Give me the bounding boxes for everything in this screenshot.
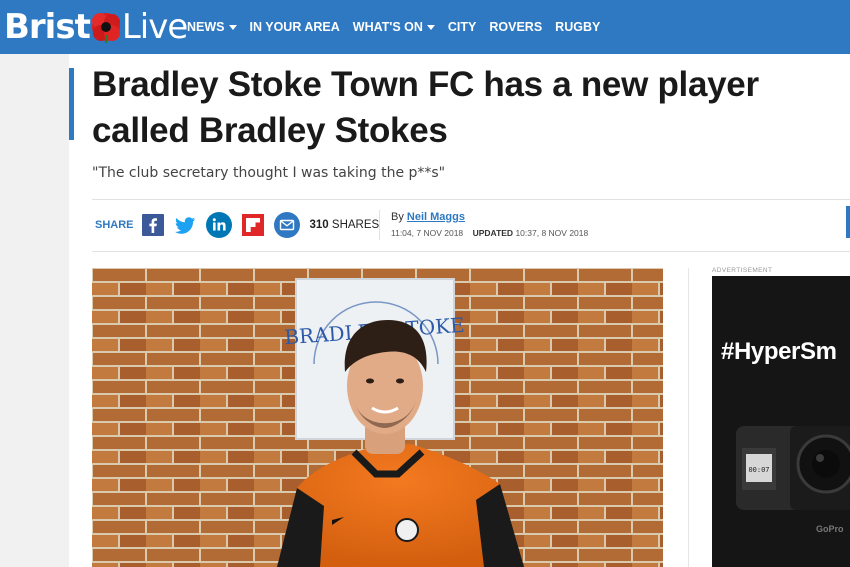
logo-text-right: Live	[121, 7, 188, 47]
site-logo[interactable]: Brist Live	[4, 6, 188, 48]
nav-label: CITY	[447, 20, 477, 34]
nav-rugby[interactable]: RUGBY	[555, 20, 600, 34]
advertisement[interactable]: #HyperSm 00:07 GoPro	[712, 276, 850, 567]
article-card: Bradley Stoke Town FC has a new player c…	[69, 54, 850, 567]
share-count: 310 SHARES	[310, 219, 380, 231]
main-nav: NEWS IN YOUR AREA WHAT'S ON CITY ROVERS …	[187, 0, 613, 54]
author-link[interactable]: Neil Maggs	[407, 211, 465, 223]
updated-label: UPDATED	[472, 228, 514, 238]
chevron-down-icon	[228, 24, 237, 30]
byline: By Neil Maggs	[391, 211, 465, 223]
poppy-icon	[88, 9, 124, 45]
share-bar: SHARE 310 SHARES	[95, 212, 379, 238]
column-divider	[688, 268, 689, 567]
updated-time: 10:37, 8 NOV 2018	[515, 228, 589, 238]
nav-label: ROVERS	[489, 20, 543, 34]
camera-screen-text: 00:07	[748, 466, 769, 474]
facebook-icon[interactable]	[141, 214, 164, 236]
share-label: SHARE	[95, 219, 134, 231]
twitter-icon[interactable]	[174, 214, 196, 236]
published-time: 11:04, 7 NOV 2018	[391, 228, 464, 238]
side-tab[interactable]	[846, 206, 850, 238]
nav-news[interactable]: NEWS	[187, 20, 237, 34]
article-standfirst: "The club secretary thought I was taking…	[92, 165, 446, 181]
byline-divider	[379, 210, 380, 240]
nav-label: WHAT'S ON	[352, 20, 423, 34]
chevron-down-icon	[426, 24, 435, 30]
divider	[92, 199, 850, 200]
logo-text-left: Brist	[4, 7, 91, 47]
linkedin-icon[interactable]	[205, 212, 232, 238]
nav-label: IN YOUR AREA	[249, 20, 340, 34]
email-icon[interactable]	[273, 212, 300, 238]
divider	[92, 251, 850, 252]
flipboard-icon[interactable]	[241, 214, 264, 236]
nav-in-your-area[interactable]: IN YOUR AREA	[250, 20, 340, 34]
nav-city[interactable]: CITY	[448, 20, 476, 34]
share-count-suffix: SHARES	[331, 219, 380, 231]
nav-rovers[interactable]: ROVERS	[489, 20, 542, 34]
article-headline: Bradley Stoke Town FC has a new player c…	[92, 65, 759, 150]
site-header: Brist Live NEWS IN YOUR AREA WHAT'S ON C…	[0, 0, 850, 54]
nav-label: NEWS	[187, 20, 225, 34]
nav-whats-on[interactable]: WHAT'S ON	[353, 20, 435, 34]
nav-label: RUGBY	[555, 20, 601, 34]
share-count-number: 310	[309, 219, 329, 231]
ad-label: ADVERTISEMENT	[712, 267, 773, 274]
byline-prefix: By	[391, 211, 404, 223]
headline-accent	[69, 68, 74, 140]
article-photo[interactable]: BRADLEY STOKE	[92, 268, 663, 567]
camera-brand: GoPro	[816, 524, 844, 534]
article-dates: 11:04, 7 NOV 2018 UPDATED 10:37, 8 NOV 2…	[391, 228, 588, 238]
